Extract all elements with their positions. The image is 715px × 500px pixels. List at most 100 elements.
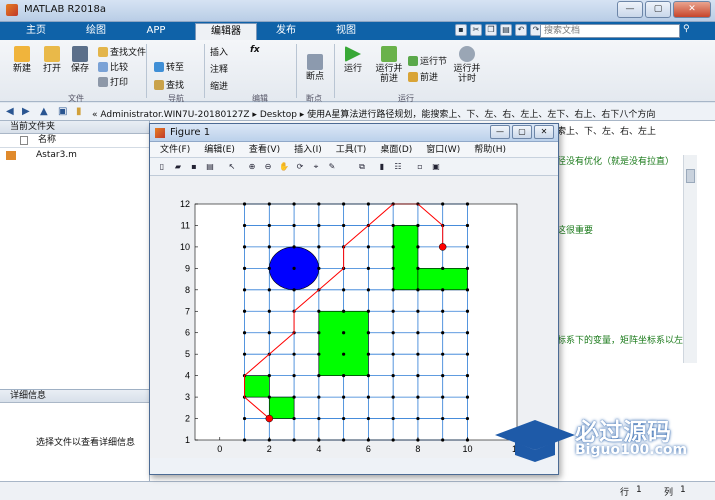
name-column-header[interactable]: 名称 bbox=[0, 134, 149, 148]
goto-button[interactable]: 转至 bbox=[154, 60, 184, 73]
insert-button[interactable]: 插入 bbox=[210, 45, 228, 58]
details-panel: 详细信息 选择文件以查看详细信息 bbox=[0, 389, 150, 481]
data-cursor-icon[interactable]: ⌖ bbox=[310, 161, 322, 173]
find-files-button[interactable]: 查找文件 bbox=[98, 45, 146, 58]
save-figure-icon[interactable]: ▪ bbox=[188, 161, 200, 173]
pointer-icon[interactable]: ↖ bbox=[226, 161, 238, 173]
hide-tools-icon[interactable]: ▫ bbox=[414, 161, 426, 173]
grid-node bbox=[441, 331, 445, 335]
cut-icon[interactable]: ✂ bbox=[470, 24, 482, 36]
advance-icon bbox=[408, 71, 418, 82]
list-item[interactable]: Astar3.m bbox=[0, 148, 149, 162]
grid-node bbox=[391, 331, 395, 335]
tab-apps[interactable]: APP bbox=[140, 23, 172, 40]
grid-node bbox=[292, 416, 296, 421]
grid-node bbox=[391, 223, 395, 228]
menu-help[interactable]: 帮助(H) bbox=[474, 142, 506, 157]
browse-folder-icon[interactable]: ▣ bbox=[58, 106, 67, 117]
open-file-icon[interactable]: ▰ bbox=[172, 161, 184, 173]
run-section-button[interactable]: 运行节 bbox=[408, 54, 447, 67]
tab-editor[interactable]: 编辑器 bbox=[195, 23, 257, 40]
figure-maximize-button[interactable]: ▢ bbox=[512, 125, 532, 139]
save-button[interactable]: 保存 bbox=[66, 46, 94, 74]
tab-publish[interactable]: 发布 bbox=[270, 23, 302, 40]
close-button[interactable]: ✕ bbox=[673, 1, 711, 18]
rotate-icon[interactable]: ⟳ bbox=[294, 161, 306, 173]
tab-plots[interactable]: 绘图 bbox=[80, 23, 112, 40]
menu-view[interactable]: 查看(V) bbox=[249, 142, 280, 157]
figure-minimize-button[interactable]: — bbox=[490, 125, 510, 139]
advance-button[interactable]: 前进 bbox=[408, 70, 438, 83]
grid-node bbox=[267, 309, 271, 313]
ribbon-tabs: 主页 绘图 APP 编辑器 发布 视图 ▪ ✂ ❐ ▤ ↶ ↷ ⇄ ? 搜索文档… bbox=[0, 22, 715, 40]
zoom-in-icon[interactable]: ⊕ bbox=[246, 161, 258, 173]
menu-file[interactable]: 文件(F) bbox=[160, 142, 190, 157]
find-icon bbox=[154, 79, 164, 90]
grid-node bbox=[317, 374, 321, 378]
breakpoints-button[interactable]: 断点 bbox=[302, 54, 328, 82]
search-documentation-input[interactable]: 搜索文档 bbox=[540, 24, 680, 38]
search-icon[interactable]: ⚲ bbox=[683, 24, 690, 34]
grid-node bbox=[267, 266, 271, 270]
function-icon[interactable]: fx bbox=[250, 45, 260, 55]
menu-edit[interactable]: 编辑(E) bbox=[204, 142, 235, 157]
scrollbar-thumb[interactable] bbox=[686, 169, 695, 183]
tab-view[interactable]: 视图 bbox=[330, 23, 362, 40]
new-figure-icon[interactable]: ▯ bbox=[156, 161, 168, 173]
y-tick-label: 5 bbox=[185, 349, 190, 359]
grid-node bbox=[366, 288, 370, 292]
m-file-icon bbox=[6, 151, 16, 160]
colorbar-icon[interactable]: ▮ bbox=[376, 161, 388, 173]
grid-node bbox=[416, 416, 420, 421]
comment-button[interactable]: 注释 bbox=[210, 62, 228, 75]
up-folder-icon[interactable]: ▲ bbox=[40, 106, 48, 117]
maximize-button[interactable]: ▢ bbox=[645, 1, 671, 18]
editor-line: 标系下的变量，矩阵坐标系以左 bbox=[557, 336, 684, 346]
compare-button[interactable]: 比较 bbox=[98, 60, 128, 73]
minimize-button[interactable]: — bbox=[617, 1, 643, 18]
figure-title-bar[interactable]: Figure 1 — ▢ ✕ bbox=[150, 124, 558, 142]
zoom-out-icon[interactable]: ⊖ bbox=[262, 161, 274, 173]
undo-icon[interactable]: ↶ bbox=[515, 24, 527, 36]
print-figure-icon[interactable]: ▤ bbox=[204, 161, 216, 173]
paste-icon[interactable]: ▤ bbox=[500, 24, 512, 36]
menu-tools[interactable]: 工具(T) bbox=[336, 142, 367, 157]
grid-node bbox=[342, 288, 346, 292]
menu-window[interactable]: 窗口(W) bbox=[426, 142, 460, 157]
menu-insert[interactable]: 插入(I) bbox=[294, 142, 322, 157]
run-button[interactable]: 运行 bbox=[338, 46, 368, 74]
dock-icon[interactable]: ▣ bbox=[430, 161, 442, 173]
copy-icon[interactable]: ❐ bbox=[485, 24, 497, 36]
grid-node bbox=[242, 309, 247, 313]
menu-desktop[interactable]: 桌面(D) bbox=[380, 142, 412, 157]
pan-icon[interactable]: ✋ bbox=[278, 161, 290, 173]
breakpoints-icon bbox=[307, 54, 323, 70]
figure-close-button[interactable]: ✕ bbox=[534, 125, 554, 139]
indent-button[interactable]: 缩进 bbox=[210, 79, 228, 92]
grid-node bbox=[441, 288, 445, 292]
forward-arrow-icon[interactable]: ▶ bbox=[22, 106, 30, 117]
grid-node bbox=[242, 245, 247, 249]
editor-scrollbar[interactable] bbox=[683, 155, 697, 363]
new-button[interactable]: 新建 bbox=[8, 46, 36, 74]
grid-node bbox=[267, 223, 271, 228]
back-arrow-icon[interactable]: ◀ bbox=[6, 106, 14, 117]
print-button[interactable]: 打印 bbox=[98, 75, 128, 88]
row-value: 1 bbox=[636, 485, 642, 495]
link-plot-icon[interactable]: ⧉ bbox=[356, 161, 368, 173]
find-button[interactable]: 查找 bbox=[154, 78, 184, 91]
y-tick-label: 10 bbox=[180, 242, 190, 252]
current-folder-panel: 当前文件夹 名称 Astar3.m bbox=[0, 121, 150, 389]
grid-node bbox=[317, 245, 321, 249]
brush-icon[interactable]: ✎ bbox=[326, 161, 338, 173]
current-path[interactable]: « Administrator.WIN7U-20180127Z ▸ Deskto… bbox=[92, 107, 655, 120]
compare-icon bbox=[98, 61, 108, 72]
run-and-advance-button[interactable]: 运行并 前进 bbox=[372, 46, 406, 84]
legend-icon[interactable]: ☷ bbox=[392, 161, 404, 173]
save-icon[interactable]: ▪ bbox=[455, 24, 467, 36]
open-button[interactable]: 打开 bbox=[38, 46, 66, 74]
run-and-time-button[interactable]: 运行并 计时 bbox=[452, 46, 482, 84]
grid-node bbox=[267, 331, 271, 335]
tab-home[interactable]: 主页 bbox=[20, 23, 52, 40]
grid-node bbox=[465, 352, 470, 356]
